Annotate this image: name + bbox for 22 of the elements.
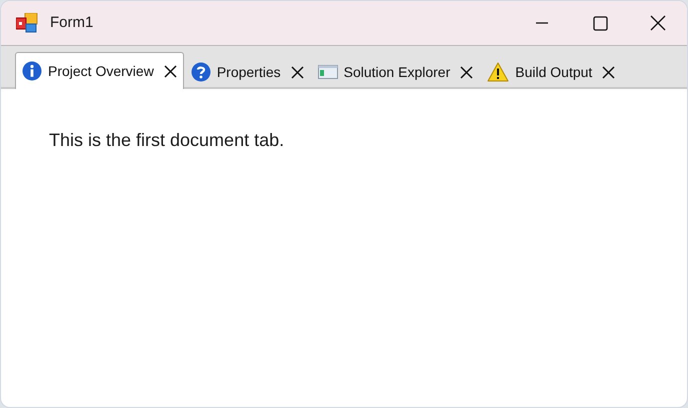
document-tab[interactable]: Project Overview: [15, 52, 184, 89]
close-icon: [650, 15, 666, 31]
window-title: Form1: [50, 12, 94, 33]
tab-label: Solution Explorer: [344, 62, 450, 82]
app-icon: [16, 13, 38, 33]
tab-label: Project Overview: [48, 62, 154, 81]
close-icon[interactable]: [602, 66, 616, 78]
maximize-icon: [592, 16, 608, 30]
info-icon: [22, 61, 42, 81]
document-tab[interactable]: Build Output: [480, 54, 622, 89]
close-icon[interactable]: [460, 66, 474, 78]
document-text: This is the first document tab.: [49, 129, 286, 152]
window-icon: [318, 65, 338, 79]
tab-label: Build Output: [515, 62, 592, 82]
warning-icon: [487, 62, 510, 82]
help-icon: [190, 62, 211, 82]
document-tab[interactable]: Properties: [184, 54, 311, 89]
tab-label: Properties: [216, 62, 281, 82]
document-tab[interactable]: Solution Explorer: [310, 54, 480, 89]
close-icon[interactable]: [164, 64, 177, 78]
minimize-icon: [535, 22, 549, 24]
close-icon[interactable]: [290, 66, 304, 78]
